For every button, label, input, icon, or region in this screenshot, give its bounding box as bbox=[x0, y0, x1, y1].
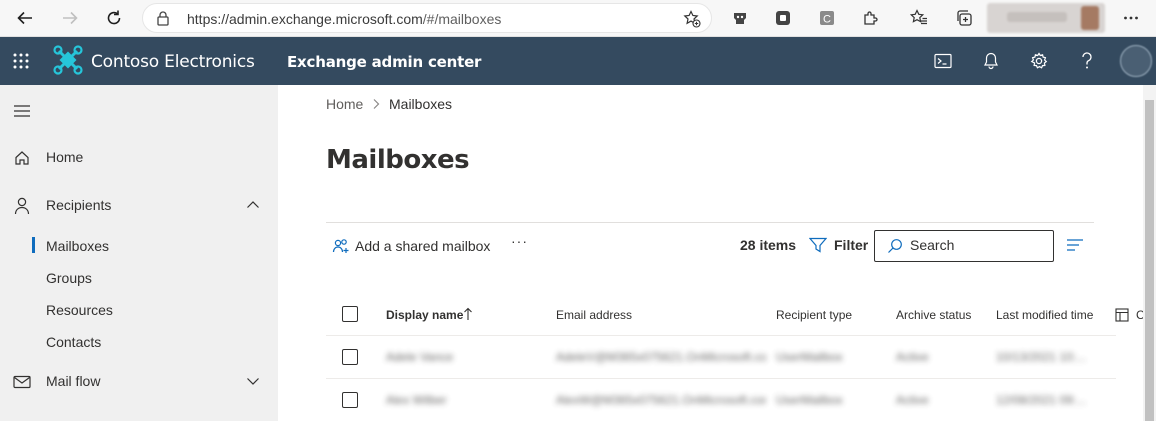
page-title: Mailboxes bbox=[326, 145, 470, 175]
notifications-icon[interactable] bbox=[981, 51, 1001, 71]
sort-ascending-icon[interactable] bbox=[463, 307, 473, 326]
cloud-shell-icon[interactable] bbox=[933, 51, 953, 71]
nav-item-home[interactable]: Home bbox=[0, 142, 278, 174]
lock-icon[interactable] bbox=[157, 11, 169, 31]
hamburger-menu-icon[interactable] bbox=[13, 104, 31, 123]
column-email-address[interactable]: Email address bbox=[556, 308, 632, 322]
forward-icon[interactable] bbox=[57, 6, 83, 30]
chevron-down-icon[interactable] bbox=[246, 374, 260, 391]
chevron-up-icon[interactable] bbox=[246, 198, 260, 215]
org-logo-icon bbox=[53, 45, 83, 80]
extensions-puzzle-icon[interactable] bbox=[860, 7, 882, 29]
item-count: 28 items bbox=[740, 237, 797, 253]
nav-item-recipients[interactable]: Recipients bbox=[0, 190, 278, 222]
column-archive-status[interactable]: Archive status bbox=[896, 308, 971, 322]
favorites-icon[interactable] bbox=[908, 7, 930, 29]
cell-recipient-type: UserMailbox bbox=[776, 350, 843, 364]
url-text: https://admin.exchange.microsoft.com/#/m… bbox=[187, 11, 502, 27]
nav-sub-resources[interactable]: Resources bbox=[46, 302, 113, 318]
more-icon[interactable] bbox=[1120, 7, 1142, 29]
nav-sub-mailboxes[interactable]: Mailboxes bbox=[46, 238, 109, 254]
group-by-icon[interactable] bbox=[1066, 238, 1084, 257]
nav-item-mail-flow[interactable]: Mail flow bbox=[0, 366, 278, 398]
add-shared-mailbox-label: Add a shared mailbox bbox=[355, 238, 491, 254]
app-header: Contoso Electronics Exchange admin cente… bbox=[0, 37, 1156, 85]
add-favorite-icon[interactable] bbox=[683, 10, 701, 33]
cell-email: AlexW@M365x075621.OnMicrosoft.com bbox=[556, 393, 766, 407]
scrollbar-thumb[interactable] bbox=[1145, 100, 1154, 421]
collections-icon[interactable] bbox=[953, 7, 975, 29]
cell-archive-status: Active bbox=[896, 350, 929, 364]
extension-icon[interactable] bbox=[772, 7, 794, 29]
refresh-icon[interactable] bbox=[101, 6, 127, 30]
cell-recipient-type: UserMailbox bbox=[776, 393, 843, 407]
breadcrumb-home[interactable]: Home bbox=[326, 96, 363, 112]
cell-archive-status: Active bbox=[896, 393, 929, 407]
more-actions-button[interactable]: ··· bbox=[511, 233, 528, 249]
app-launcher-icon[interactable] bbox=[12, 52, 30, 75]
search-icon bbox=[887, 238, 903, 259]
column-display-name[interactable]: Display name bbox=[386, 308, 463, 322]
back-icon[interactable] bbox=[12, 6, 38, 30]
nav-recipients-label: Recipients bbox=[46, 197, 112, 213]
home-icon bbox=[13, 149, 31, 167]
app-name[interactable]: Exchange admin center bbox=[287, 53, 481, 71]
cell-display-name[interactable]: Alex Wilber bbox=[386, 393, 447, 407]
column-recipient-type[interactable]: Recipient type bbox=[776, 308, 852, 322]
filter-icon bbox=[809, 237, 827, 253]
extension-icon[interactable] bbox=[729, 7, 751, 29]
person-icon bbox=[13, 197, 31, 215]
nav-sub-groups[interactable]: Groups bbox=[46, 270, 92, 286]
cell-last-modified: 12/08/2021 09:... bbox=[996, 393, 1087, 407]
extension-icon[interactable]: C bbox=[816, 7, 838, 29]
row-checkbox[interactable] bbox=[342, 349, 358, 365]
select-all-checkbox[interactable] bbox=[342, 306, 358, 322]
user-avatar[interactable] bbox=[1120, 45, 1152, 77]
column-last-modified[interactable]: Last modified time bbox=[996, 308, 1093, 322]
row-checkbox[interactable] bbox=[342, 392, 358, 408]
address-bar[interactable]: https://admin.exchange.microsoft.com/#/m… bbox=[142, 3, 712, 33]
mail-icon bbox=[13, 373, 31, 391]
header-divider bbox=[326, 335, 1116, 336]
breadcrumb-current: Mailboxes bbox=[389, 96, 453, 112]
divider bbox=[326, 222, 1094, 223]
settings-gear-icon[interactable] bbox=[1029, 51, 1049, 71]
nav-home-label: Home bbox=[46, 149, 84, 165]
svg-text:C: C bbox=[823, 14, 831, 26]
cell-last-modified: 10/13/2021 10:... bbox=[996, 350, 1087, 364]
browser-toolbar: https://admin.exchange.microsoft.com/#/m… bbox=[0, 0, 1156, 37]
search-box[interactable] bbox=[874, 230, 1054, 262]
cell-display-name[interactable]: Adele Vance bbox=[386, 350, 453, 364]
filter-button[interactable]: Filter bbox=[809, 237, 868, 253]
nav-sub-contacts[interactable]: Contacts bbox=[46, 334, 101, 350]
search-input[interactable] bbox=[910, 237, 1045, 253]
column-options-icon[interactable] bbox=[1115, 308, 1129, 327]
org-name: Contoso Electronics bbox=[91, 52, 255, 72]
add-people-icon bbox=[332, 237, 350, 255]
add-shared-mailbox-button[interactable]: Add a shared mailbox bbox=[332, 237, 490, 255]
left-navigation: Home Recipients Mailboxes Groups Resourc… bbox=[0, 85, 278, 421]
selected-indicator bbox=[32, 237, 35, 253]
filter-label: Filter bbox=[834, 237, 869, 253]
profile-button[interactable] bbox=[987, 3, 1105, 33]
help-icon[interactable] bbox=[1077, 51, 1097, 71]
cell-email: AdeleV@M365x075621.OnMicrosoft.com bbox=[556, 350, 766, 364]
nav-mail-flow-label: Mail flow bbox=[46, 373, 101, 389]
row-divider bbox=[326, 378, 1116, 379]
chevron-right-icon bbox=[371, 97, 381, 113]
